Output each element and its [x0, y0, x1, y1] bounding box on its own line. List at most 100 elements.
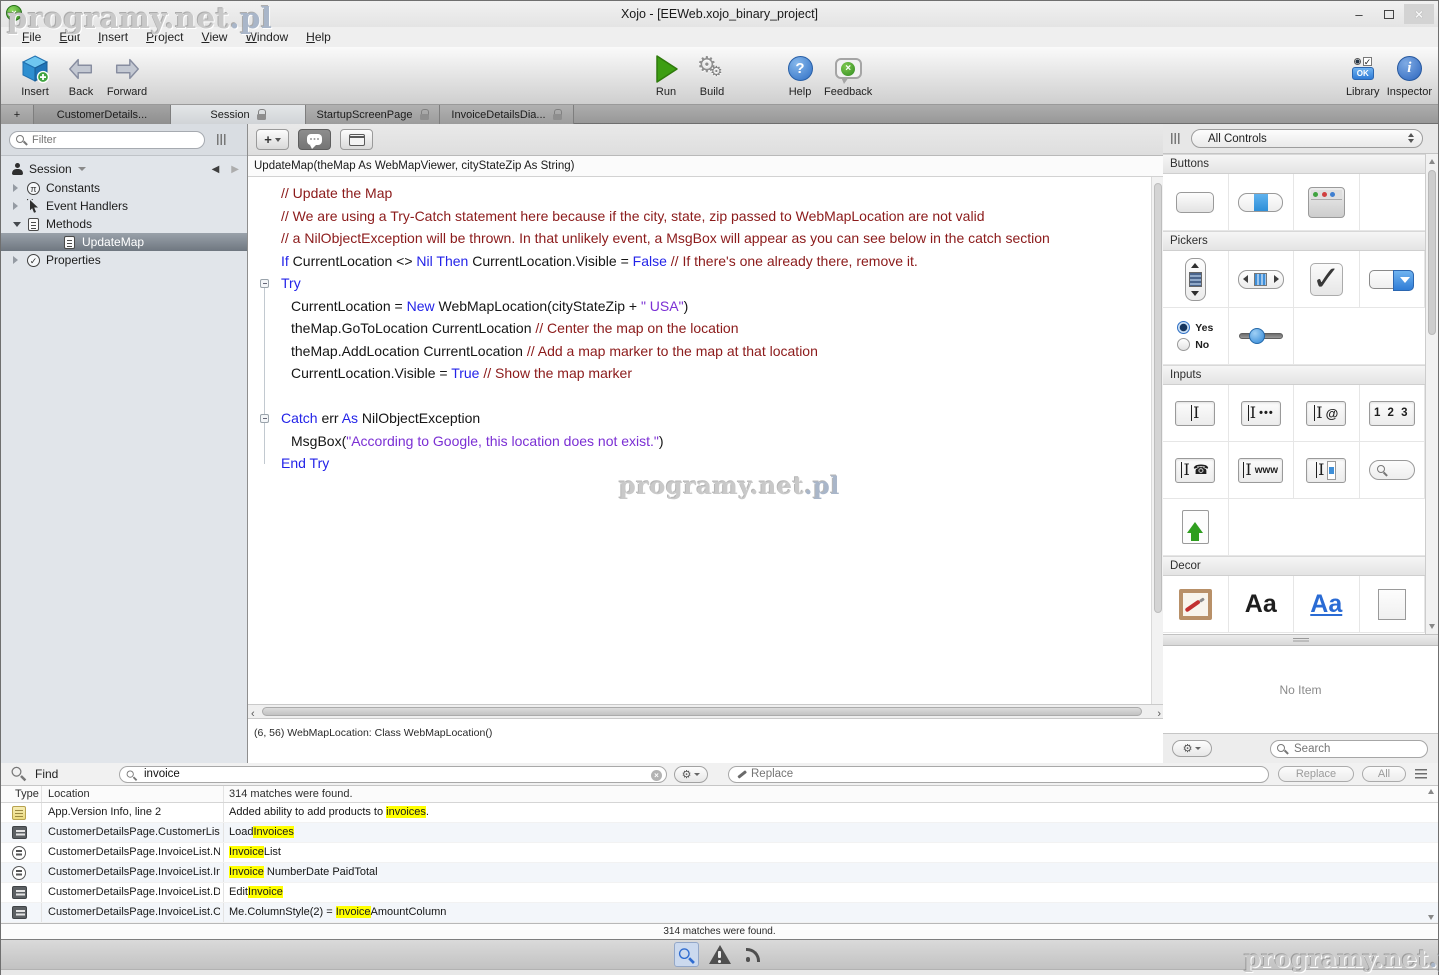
forward-button[interactable]: Forward [105, 50, 149, 102]
code-line[interactable] [248, 385, 1151, 408]
code-line[interactable]: MsgBox("According to Google, this locati… [248, 430, 1151, 453]
code-line[interactable]: // We are using a Try-Catch statement he… [248, 205, 1151, 228]
library-control-rectangle[interactable] [1360, 576, 1426, 633]
code-line[interactable]: End Try [248, 452, 1151, 475]
library-control-slider[interactable] [1229, 308, 1295, 365]
chevron-down-icon[interactable] [78, 167, 86, 171]
library-control-segmented-slider[interactable] [1229, 251, 1295, 308]
tree-item-constants[interactable]: πConstants [1, 179, 247, 197]
maximize-button[interactable] [1374, 4, 1404, 24]
replace-all-button[interactable]: All [1362, 766, 1406, 782]
library-search-field[interactable] [1270, 740, 1428, 758]
library-control-email-field[interactable]: I@ [1294, 385, 1360, 442]
code-line[interactable]: CurrentLocation = New WebMapLocation(cit… [248, 295, 1151, 318]
help-button[interactable]: ?Help [778, 50, 822, 102]
drag-grip-icon[interactable] [1171, 133, 1181, 144]
build-button[interactable]: ⚙⚙Build [690, 50, 734, 102]
replace-button[interactable]: Replace [1278, 766, 1354, 782]
find-result-row[interactable]: CustomerDetailsPage.InvoiceList.InitiInv… [1, 863, 1438, 883]
drag-grip-icon[interactable] [217, 134, 227, 145]
find-result-row[interactable]: CustomerDetailsPage.InvoiceList.OpeMe.Co… [1, 903, 1438, 923]
code-line[interactable]: // Update the Map [248, 182, 1151, 205]
library-control-label[interactable]: Aa [1229, 576, 1295, 633]
find-search-field[interactable]: × [119, 766, 667, 783]
search-results-button[interactable] [674, 942, 699, 967]
back-button[interactable]: Back [59, 50, 103, 102]
controls-filter-dropdown[interactable]: All Controls [1191, 129, 1423, 148]
tree-item-updatemap[interactable]: UpdateMap [1, 233, 247, 251]
code-area[interactable]: // Update the Map// We are using a Try-C… [248, 177, 1151, 704]
expander-icon[interactable] [13, 222, 25, 227]
menu-window[interactable]: Window [236, 27, 297, 47]
library-control-toolbar-control[interactable] [1294, 174, 1360, 231]
find-result-row[interactable]: CustomerDetailsPage.InvoiceList.NanInvoi… [1, 843, 1438, 863]
find-search-input[interactable] [144, 768, 634, 780]
layout-toggle-button[interactable] [340, 129, 373, 150]
menu-file[interactable]: File [13, 27, 50, 47]
library-control-number-field[interactable]: 1 2 3 [1360, 385, 1426, 442]
library-control-text-field[interactable]: I [1163, 385, 1229, 442]
minimize-button[interactable]: – [1344, 4, 1374, 24]
code-line[interactable]: Try [248, 272, 1151, 295]
replace-input[interactable] [751, 768, 1231, 780]
menu-help[interactable]: Help [297, 27, 340, 47]
results-scrollbar[interactable] [1425, 786, 1438, 923]
library-control-spinner-field[interactable]: I [1294, 442, 1360, 499]
tree-item-methods[interactable]: Methods [1, 215, 247, 233]
library-button[interactable]: ✓OKLibrary [1341, 50, 1385, 102]
feedback-button[interactable]: ×Feedback [824, 50, 872, 102]
library-control-image-well[interactable] [1163, 576, 1229, 633]
scrollbar-thumb[interactable] [262, 707, 1142, 716]
column-header-location[interactable]: Location [48, 788, 90, 800]
library-control-popup-menu[interactable] [1360, 251, 1426, 308]
expander-icon[interactable] [13, 256, 25, 264]
tab-invoicedetailsdia[interactable]: InvoiceDetailsDia... [440, 105, 574, 124]
expander-icon[interactable] [13, 184, 25, 192]
replace-field[interactable] [728, 766, 1269, 783]
nav-forward-button[interactable]: ▶ [231, 164, 239, 175]
menu-edit[interactable]: Edit [50, 27, 89, 47]
code-fold-icon[interactable] [260, 279, 269, 288]
add-tab-button[interactable]: + [1, 105, 34, 124]
menu-view[interactable]: View [192, 27, 236, 47]
add-button[interactable]: + [256, 129, 289, 150]
tab-customerdetails[interactable]: CustomerDetails... [34, 105, 171, 124]
close-button[interactable]: × [1404, 4, 1434, 24]
scroll-down-arrow[interactable] [1429, 624, 1435, 629]
hamburger-menu-icon[interactable] [1415, 769, 1427, 779]
warnings-button[interactable] [707, 942, 732, 967]
code-line[interactable]: If CurrentLocation <> Nil Then CurrentLo… [248, 250, 1151, 273]
scrollbar-thumb[interactable] [1428, 170, 1436, 335]
menu-insert[interactable]: Insert [89, 27, 137, 47]
library-scrollbar[interactable] [1425, 154, 1438, 634]
find-result-row[interactable]: CustomerDetailsPage.CustomerList.SLoadIn… [1, 823, 1438, 843]
library-control-radio-group[interactable]: YesNo [1163, 308, 1229, 365]
library-control-search-field[interactable] [1360, 442, 1426, 499]
library-search-input[interactable] [1294, 743, 1414, 755]
filter-field[interactable] [9, 131, 205, 149]
tree-item-properties[interactable]: ✓Properties [1, 251, 247, 269]
library-control-url-field[interactable]: Iwww [1229, 442, 1295, 499]
find-result-row[interactable]: CustomerDetailsPage.InvoiceList.DouEditI… [1, 883, 1438, 903]
library-control-stepper[interactable] [1163, 251, 1229, 308]
scroll-down-arrow[interactable] [1428, 915, 1434, 920]
library-splitter[interactable] [1163, 634, 1438, 646]
library-control-file-uploader[interactable] [1163, 499, 1229, 556]
filter-input[interactable] [32, 134, 182, 146]
code-fold-icon[interactable] [260, 414, 269, 423]
run-button[interactable]: Run [644, 50, 688, 102]
feed-button[interactable] [740, 942, 765, 967]
nav-back-button[interactable]: ◀ [212, 164, 220, 175]
library-control-password-field[interactable]: I••• [1229, 385, 1295, 442]
library-control-checkbox[interactable]: ✓ [1294, 251, 1360, 308]
scrollbar-thumb[interactable] [1154, 183, 1162, 613]
clear-search-button[interactable]: × [651, 770, 662, 781]
find-options-button[interactable]: ⚙ [674, 766, 708, 783]
code-line[interactable]: Catch err As NilObjectException [248, 407, 1151, 430]
code-line[interactable]: // a NilObjectException will be thrown. … [248, 227, 1151, 250]
column-header-type[interactable]: Type [15, 788, 39, 800]
scroll-up-arrow[interactable] [1428, 789, 1434, 794]
find-result-row[interactable]: App.Version Info, line 2Added ability to… [1, 803, 1438, 823]
tab-startupscreenpage[interactable]: StartupScreenPage [306, 105, 440, 124]
library-gear-button[interactable]: ⚙ [1172, 740, 1212, 757]
